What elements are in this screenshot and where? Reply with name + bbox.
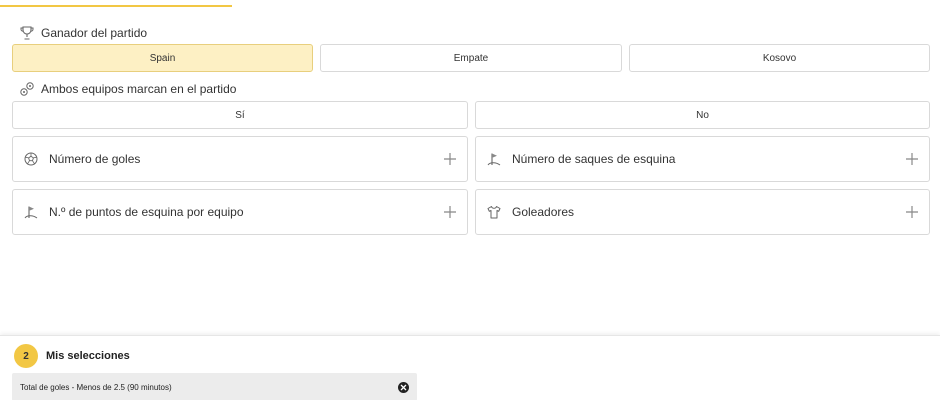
outcome-button-spain[interactable]: Spain bbox=[12, 44, 313, 72]
top-accent-bar bbox=[0, 5, 232, 7]
market-title: Ambos equipos marcan en el partido bbox=[41, 82, 237, 96]
plus-icon[interactable] bbox=[905, 205, 919, 219]
betslip-title: Mis selecciones bbox=[46, 350, 130, 362]
market-title: Ganador del partido bbox=[41, 26, 148, 40]
market-card-label: N.º de puntos de esquina por equipo bbox=[49, 205, 244, 219]
corner-flag-icon bbox=[23, 204, 39, 220]
market-card-label: Goleadores bbox=[512, 205, 575, 219]
remove-selection-button[interactable] bbox=[398, 381, 409, 393]
market-card-label: Número de saques de esquina bbox=[512, 152, 676, 166]
outcome-button-kosovo[interactable]: Kosovo bbox=[629, 44, 930, 72]
outcome-label: Empate bbox=[453, 52, 489, 64]
outcome-button-no[interactable]: No bbox=[475, 101, 930, 129]
close-icon bbox=[400, 384, 407, 390]
jersey-icon bbox=[486, 204, 502, 220]
balls-icon bbox=[19, 81, 35, 97]
soccer-ball-icon bbox=[23, 151, 39, 167]
market-card-corners[interactable]: Número de saques de esquina bbox=[475, 136, 930, 182]
outcome-label: No bbox=[696, 109, 709, 121]
betslip-header[interactable]: 2 Mis selecciones bbox=[14, 344, 130, 368]
corner-flag-icon bbox=[486, 151, 502, 167]
selection-count-badge: 2 bbox=[14, 344, 38, 368]
outcome-label: Kosovo bbox=[762, 52, 797, 64]
betslip-panel: 2 Mis selecciones Total de goles - Menos… bbox=[0, 335, 940, 400]
market-card-goalscorers[interactable]: Goleadores bbox=[475, 189, 930, 235]
plus-icon[interactable] bbox=[443, 152, 457, 166]
market-header-both-score: Ambos equipos marcan en el partido bbox=[19, 80, 236, 98]
selection-text: Total de goles - Menos de 2.5 (90 minuto… bbox=[20, 382, 172, 392]
market-header-match-winner: Ganador del partido bbox=[19, 24, 147, 42]
outcome-button-draw[interactable]: Empate bbox=[320, 44, 622, 72]
outcome-label: Spain bbox=[149, 52, 176, 64]
market-card-label: Número de goles bbox=[49, 152, 141, 166]
trophy-icon bbox=[19, 25, 35, 41]
outcome-button-yes[interactable]: Sí bbox=[12, 101, 468, 129]
betslip-selection: Total de goles - Menos de 2.5 (90 minuto… bbox=[12, 373, 417, 400]
market-card-number-of-goals[interactable]: Número de goles bbox=[12, 136, 468, 182]
market-card-corners-per-team[interactable]: N.º de puntos de esquina por equipo bbox=[12, 189, 468, 235]
plus-icon[interactable] bbox=[905, 152, 919, 166]
plus-icon[interactable] bbox=[443, 205, 457, 219]
outcome-label: Sí bbox=[235, 109, 245, 121]
